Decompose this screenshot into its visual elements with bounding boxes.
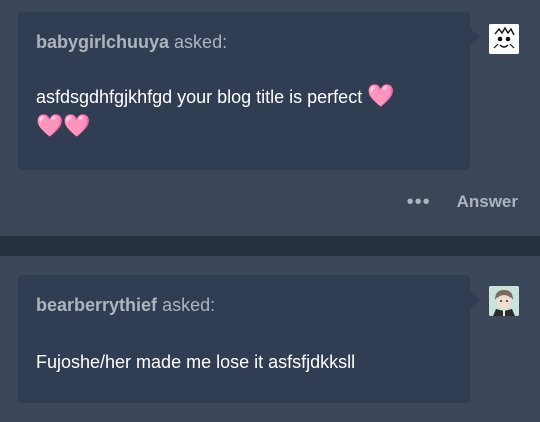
asked-label: asked: bbox=[162, 295, 216, 315]
ask-post: bearberrythief asked: Fujoshe/her made m… bbox=[0, 256, 540, 422]
anime-character-icon[interactable] bbox=[489, 286, 519, 316]
question-body: Fujoshe/her made me lose it asfsfjdkksll bbox=[36, 352, 356, 372]
more-options-icon[interactable]: ••• bbox=[407, 192, 431, 212]
ask-post: babygirlchuuya asked: asfdsgdhfgjkhfgd y… bbox=[0, 0, 540, 236]
pink-hearts-icon: 🩷🩷 bbox=[36, 114, 91, 139]
question-text: asfdsgdhfgjkhfgd your blog title is perf… bbox=[36, 82, 452, 142]
asker-name-link[interactable]: babygirlchuuya bbox=[36, 32, 169, 52]
post-footer: ••• Answer bbox=[407, 192, 518, 212]
question-text: Fujoshe/her made me lose it asfsfjdkksll bbox=[36, 347, 452, 377]
manga-face-icon[interactable] bbox=[489, 24, 519, 54]
pink-heart-icon: 🩷 bbox=[367, 84, 395, 109]
question-body: asfdsgdhfgjkhfgd your blog title is perf… bbox=[36, 87, 363, 107]
asker-line: babygirlchuuya asked: bbox=[36, 30, 452, 54]
asker-name-link[interactable]: bearberrythief bbox=[36, 295, 157, 315]
asked-label: asked: bbox=[174, 32, 228, 52]
answer-button[interactable]: Answer bbox=[457, 192, 518, 212]
ask-bubble: babygirlchuuya asked: asfdsgdhfgjkhfgd y… bbox=[18, 12, 480, 170]
asker-line: bearberrythief asked: bbox=[36, 293, 452, 317]
post-divider bbox=[0, 236, 540, 256]
ask-bubble: bearberrythief asked: Fujoshe/her made m… bbox=[18, 275, 480, 403]
